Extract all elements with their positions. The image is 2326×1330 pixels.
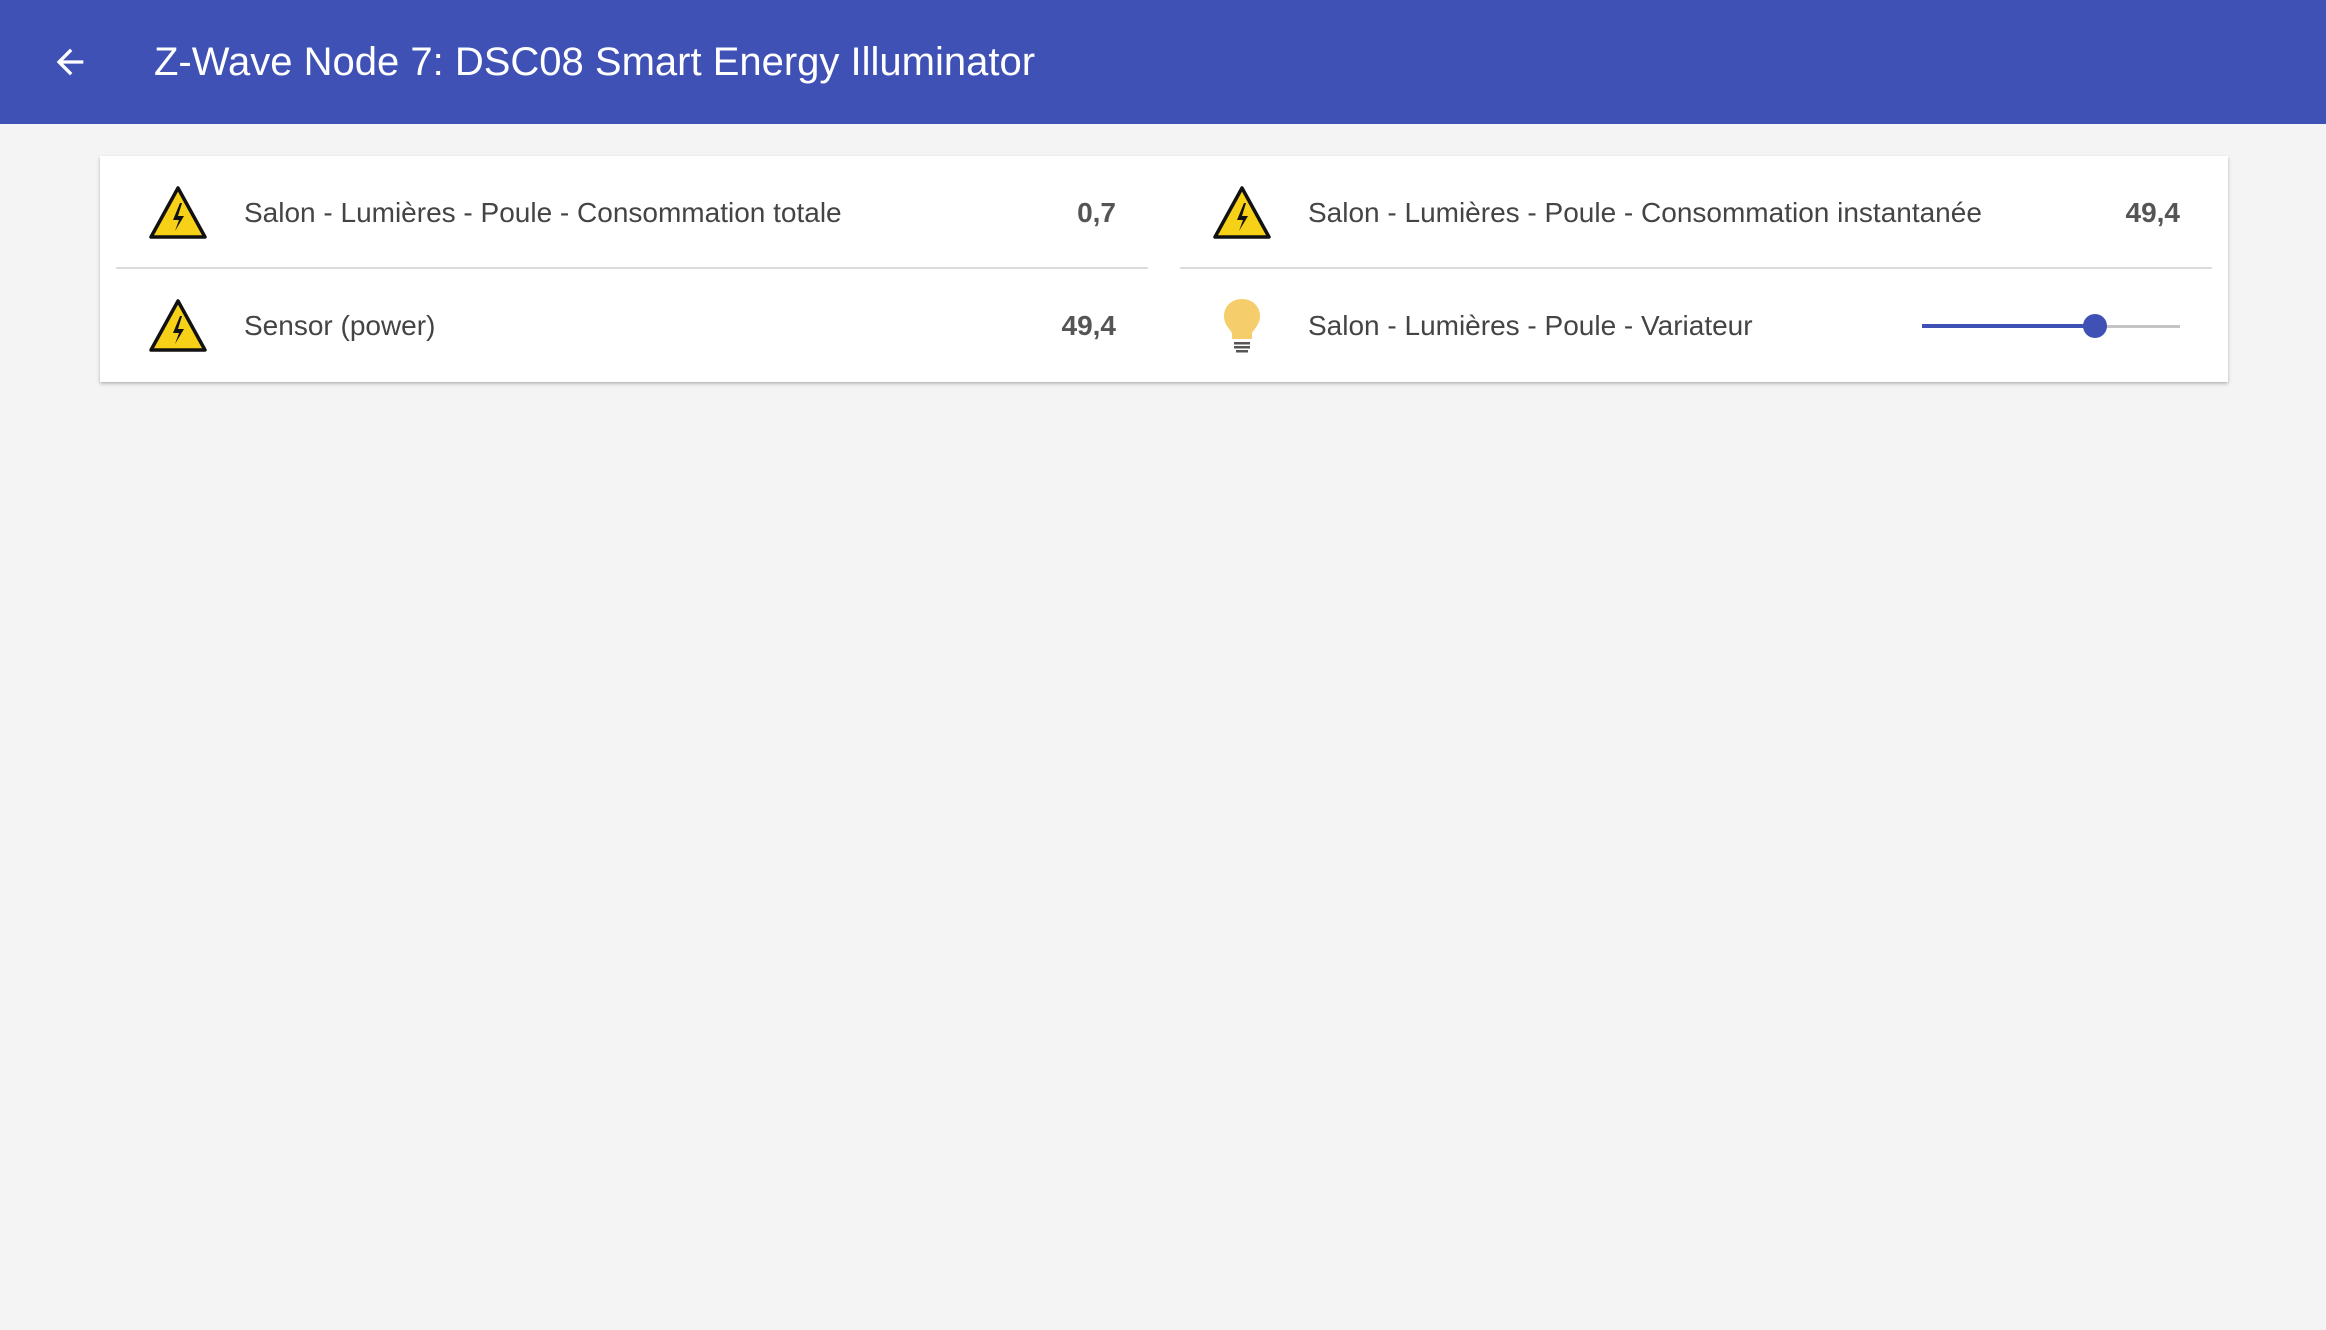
slider-knob[interactable] [2082, 314, 2107, 338]
entity-row-dimmer[interactable]: Salon - Lumières - Poule - Variateur [1180, 269, 2212, 382]
entity-row-instant-consumption[interactable]: Salon - Lumières - Poule - Consommation … [1180, 156, 2212, 269]
entity-value: 49,4 [1061, 310, 1117, 341]
page-title: Z-Wave Node 7: DSC08 Smart Energy Illumi… [154, 40, 1036, 84]
entity-row-sensor-power[interactable]: Sensor (power) 49,4 [116, 269, 1148, 382]
high-voltage-warning-icon [1212, 183, 1272, 243]
back-button[interactable] [40, 32, 100, 92]
app-header: Z-Wave Node 7: DSC08 Smart Energy Illumi… [0, 0, 2326, 124]
high-voltage-warning-icon [148, 183, 208, 243]
entity-label: Salon - Lumières - Poule - Variateur [1308, 310, 1753, 341]
entity-label: Salon - Lumières - Poule - Consommation … [1308, 197, 1982, 228]
lightbulb-icon[interactable] [1212, 296, 1272, 356]
high-voltage-warning-icon [148, 296, 208, 356]
entity-label: Salon - Lumières - Poule - Consommation … [244, 197, 842, 228]
entity-row-total-consumption[interactable]: Salon - Lumières - Poule - Consommation … [116, 156, 1148, 269]
entities-card: Salon - Lumières - Poule - Consommation … [100, 156, 2228, 382]
entity-value: 0,7 [1077, 197, 1116, 228]
slider-fill [1922, 324, 2095, 328]
brightness-slider[interactable] [1922, 313, 2180, 339]
entity-label: Sensor (power) [244, 310, 436, 341]
entity-value: 49,4 [2125, 197, 2181, 228]
arrow-left-icon [56, 48, 84, 76]
